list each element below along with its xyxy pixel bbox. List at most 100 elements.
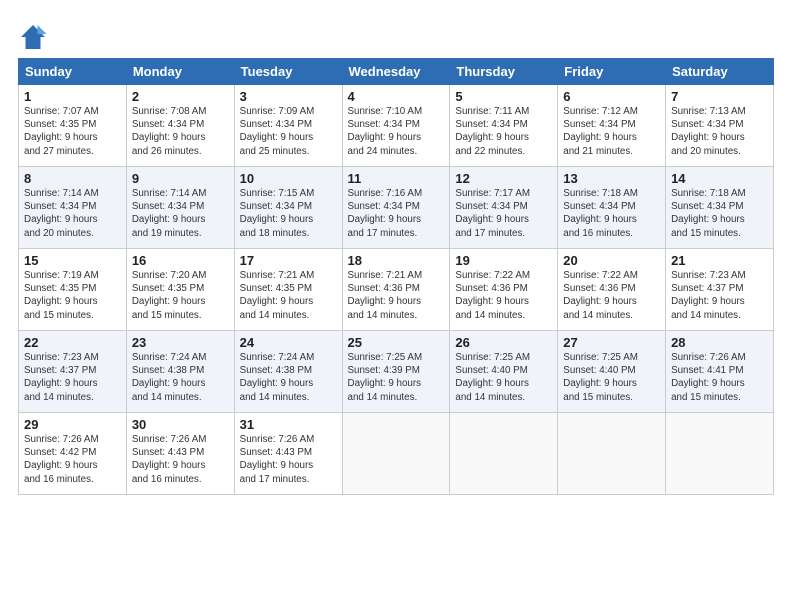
calendar-cell: 19Sunrise: 7:22 AM Sunset: 4:36 PM Dayli… bbox=[450, 249, 558, 331]
calendar-cell: 1Sunrise: 7:07 AM Sunset: 4:35 PM Daylig… bbox=[19, 85, 127, 167]
day-number: 19 bbox=[455, 253, 552, 268]
day-info: Sunrise: 7:22 AM Sunset: 4:36 PM Dayligh… bbox=[563, 269, 660, 322]
day-number: 28 bbox=[671, 335, 768, 350]
calendar-cell: 22Sunrise: 7:23 AM Sunset: 4:37 PM Dayli… bbox=[19, 331, 127, 413]
day-number: 23 bbox=[132, 335, 229, 350]
day-number: 22 bbox=[24, 335, 121, 350]
day-info: Sunrise: 7:26 AM Sunset: 4:42 PM Dayligh… bbox=[24, 433, 121, 486]
calendar-cell: 8Sunrise: 7:14 AM Sunset: 4:34 PM Daylig… bbox=[19, 167, 127, 249]
column-header-tuesday: Tuesday bbox=[234, 59, 342, 85]
day-number: 5 bbox=[455, 89, 552, 104]
day-number: 27 bbox=[563, 335, 660, 350]
calendar-cell: 12Sunrise: 7:17 AM Sunset: 4:34 PM Dayli… bbox=[450, 167, 558, 249]
column-header-sunday: Sunday bbox=[19, 59, 127, 85]
day-number: 14 bbox=[671, 171, 768, 186]
day-info: Sunrise: 7:07 AM Sunset: 4:35 PM Dayligh… bbox=[24, 105, 121, 158]
day-number: 6 bbox=[563, 89, 660, 104]
calendar-cell: 13Sunrise: 7:18 AM Sunset: 4:34 PM Dayli… bbox=[558, 167, 666, 249]
calendar-cell bbox=[666, 413, 774, 495]
calendar-cell: 18Sunrise: 7:21 AM Sunset: 4:36 PM Dayli… bbox=[342, 249, 450, 331]
calendar-cell: 20Sunrise: 7:22 AM Sunset: 4:36 PM Dayli… bbox=[558, 249, 666, 331]
column-header-wednesday: Wednesday bbox=[342, 59, 450, 85]
calendar-cell: 28Sunrise: 7:26 AM Sunset: 4:41 PM Dayli… bbox=[666, 331, 774, 413]
calendar-cell: 15Sunrise: 7:19 AM Sunset: 4:35 PM Dayli… bbox=[19, 249, 127, 331]
day-number: 12 bbox=[455, 171, 552, 186]
day-info: Sunrise: 7:21 AM Sunset: 4:36 PM Dayligh… bbox=[348, 269, 445, 322]
day-number: 20 bbox=[563, 253, 660, 268]
day-info: Sunrise: 7:21 AM Sunset: 4:35 PM Dayligh… bbox=[240, 269, 337, 322]
day-info: Sunrise: 7:12 AM Sunset: 4:34 PM Dayligh… bbox=[563, 105, 660, 158]
day-info: Sunrise: 7:25 AM Sunset: 4:40 PM Dayligh… bbox=[563, 351, 660, 404]
day-info: Sunrise: 7:13 AM Sunset: 4:34 PM Dayligh… bbox=[671, 105, 768, 158]
day-info: Sunrise: 7:20 AM Sunset: 4:35 PM Dayligh… bbox=[132, 269, 229, 322]
calendar-cell: 26Sunrise: 7:25 AM Sunset: 4:40 PM Dayli… bbox=[450, 331, 558, 413]
calendar-cell: 25Sunrise: 7:25 AM Sunset: 4:39 PM Dayli… bbox=[342, 331, 450, 413]
day-info: Sunrise: 7:10 AM Sunset: 4:34 PM Dayligh… bbox=[348, 105, 445, 158]
day-number: 7 bbox=[671, 89, 768, 104]
calendar-week-1: 1Sunrise: 7:07 AM Sunset: 4:35 PM Daylig… bbox=[19, 85, 774, 167]
calendar-cell: 27Sunrise: 7:25 AM Sunset: 4:40 PM Dayli… bbox=[558, 331, 666, 413]
logo bbox=[18, 22, 52, 52]
day-number: 4 bbox=[348, 89, 445, 104]
day-info: Sunrise: 7:25 AM Sunset: 4:40 PM Dayligh… bbox=[455, 351, 552, 404]
day-info: Sunrise: 7:15 AM Sunset: 4:34 PM Dayligh… bbox=[240, 187, 337, 240]
calendar-cell bbox=[558, 413, 666, 495]
calendar-cell bbox=[342, 413, 450, 495]
calendar-week-5: 29Sunrise: 7:26 AM Sunset: 4:42 PM Dayli… bbox=[19, 413, 774, 495]
day-info: Sunrise: 7:17 AM Sunset: 4:34 PM Dayligh… bbox=[455, 187, 552, 240]
day-info: Sunrise: 7:24 AM Sunset: 4:38 PM Dayligh… bbox=[240, 351, 337, 404]
day-number: 30 bbox=[132, 417, 229, 432]
day-number: 10 bbox=[240, 171, 337, 186]
day-number: 17 bbox=[240, 253, 337, 268]
day-info: Sunrise: 7:09 AM Sunset: 4:34 PM Dayligh… bbox=[240, 105, 337, 158]
calendar-cell: 14Sunrise: 7:18 AM Sunset: 4:34 PM Dayli… bbox=[666, 167, 774, 249]
calendar-header: SundayMondayTuesdayWednesdayThursdayFrid… bbox=[19, 59, 774, 85]
calendar-week-2: 8Sunrise: 7:14 AM Sunset: 4:34 PM Daylig… bbox=[19, 167, 774, 249]
calendar-cell: 16Sunrise: 7:20 AM Sunset: 4:35 PM Dayli… bbox=[126, 249, 234, 331]
day-number: 2 bbox=[132, 89, 229, 104]
column-header-monday: Monday bbox=[126, 59, 234, 85]
calendar-cell: 30Sunrise: 7:26 AM Sunset: 4:43 PM Dayli… bbox=[126, 413, 234, 495]
calendar-cell: 23Sunrise: 7:24 AM Sunset: 4:38 PM Dayli… bbox=[126, 331, 234, 413]
logo-icon bbox=[18, 22, 48, 52]
calendar-cell: 29Sunrise: 7:26 AM Sunset: 4:42 PM Dayli… bbox=[19, 413, 127, 495]
day-info: Sunrise: 7:18 AM Sunset: 4:34 PM Dayligh… bbox=[563, 187, 660, 240]
day-number: 18 bbox=[348, 253, 445, 268]
calendar-cell: 5Sunrise: 7:11 AM Sunset: 4:34 PM Daylig… bbox=[450, 85, 558, 167]
day-info: Sunrise: 7:11 AM Sunset: 4:34 PM Dayligh… bbox=[455, 105, 552, 158]
day-number: 21 bbox=[671, 253, 768, 268]
day-info: Sunrise: 7:22 AM Sunset: 4:36 PM Dayligh… bbox=[455, 269, 552, 322]
calendar-week-4: 22Sunrise: 7:23 AM Sunset: 4:37 PM Dayli… bbox=[19, 331, 774, 413]
calendar-cell: 4Sunrise: 7:10 AM Sunset: 4:34 PM Daylig… bbox=[342, 85, 450, 167]
calendar-cell: 31Sunrise: 7:26 AM Sunset: 4:43 PM Dayli… bbox=[234, 413, 342, 495]
day-number: 8 bbox=[24, 171, 121, 186]
day-info: Sunrise: 7:08 AM Sunset: 4:34 PM Dayligh… bbox=[132, 105, 229, 158]
column-header-saturday: Saturday bbox=[666, 59, 774, 85]
day-info: Sunrise: 7:25 AM Sunset: 4:39 PM Dayligh… bbox=[348, 351, 445, 404]
calendar-cell: 11Sunrise: 7:16 AM Sunset: 4:34 PM Dayli… bbox=[342, 167, 450, 249]
calendar-cell: 21Sunrise: 7:23 AM Sunset: 4:37 PM Dayli… bbox=[666, 249, 774, 331]
day-info: Sunrise: 7:16 AM Sunset: 4:34 PM Dayligh… bbox=[348, 187, 445, 240]
calendar-table: SundayMondayTuesdayWednesdayThursdayFrid… bbox=[18, 58, 774, 495]
day-number: 29 bbox=[24, 417, 121, 432]
calendar-cell: 7Sunrise: 7:13 AM Sunset: 4:34 PM Daylig… bbox=[666, 85, 774, 167]
day-number: 24 bbox=[240, 335, 337, 350]
calendar-body: 1Sunrise: 7:07 AM Sunset: 4:35 PM Daylig… bbox=[19, 85, 774, 495]
calendar-cell: 2Sunrise: 7:08 AM Sunset: 4:34 PM Daylig… bbox=[126, 85, 234, 167]
day-info: Sunrise: 7:26 AM Sunset: 4:43 PM Dayligh… bbox=[132, 433, 229, 486]
day-number: 9 bbox=[132, 171, 229, 186]
calendar-cell: 9Sunrise: 7:14 AM Sunset: 4:34 PM Daylig… bbox=[126, 167, 234, 249]
day-number: 16 bbox=[132, 253, 229, 268]
calendar-week-3: 15Sunrise: 7:19 AM Sunset: 4:35 PM Dayli… bbox=[19, 249, 774, 331]
calendar-cell: 17Sunrise: 7:21 AM Sunset: 4:35 PM Dayli… bbox=[234, 249, 342, 331]
day-info: Sunrise: 7:26 AM Sunset: 4:43 PM Dayligh… bbox=[240, 433, 337, 486]
day-info: Sunrise: 7:26 AM Sunset: 4:41 PM Dayligh… bbox=[671, 351, 768, 404]
day-number: 26 bbox=[455, 335, 552, 350]
header bbox=[18, 18, 774, 52]
calendar-cell: 3Sunrise: 7:09 AM Sunset: 4:34 PM Daylig… bbox=[234, 85, 342, 167]
day-info: Sunrise: 7:23 AM Sunset: 4:37 PM Dayligh… bbox=[671, 269, 768, 322]
day-number: 15 bbox=[24, 253, 121, 268]
day-info: Sunrise: 7:14 AM Sunset: 4:34 PM Dayligh… bbox=[132, 187, 229, 240]
day-info: Sunrise: 7:14 AM Sunset: 4:34 PM Dayligh… bbox=[24, 187, 121, 240]
page: SundayMondayTuesdayWednesdayThursdayFrid… bbox=[0, 0, 792, 612]
